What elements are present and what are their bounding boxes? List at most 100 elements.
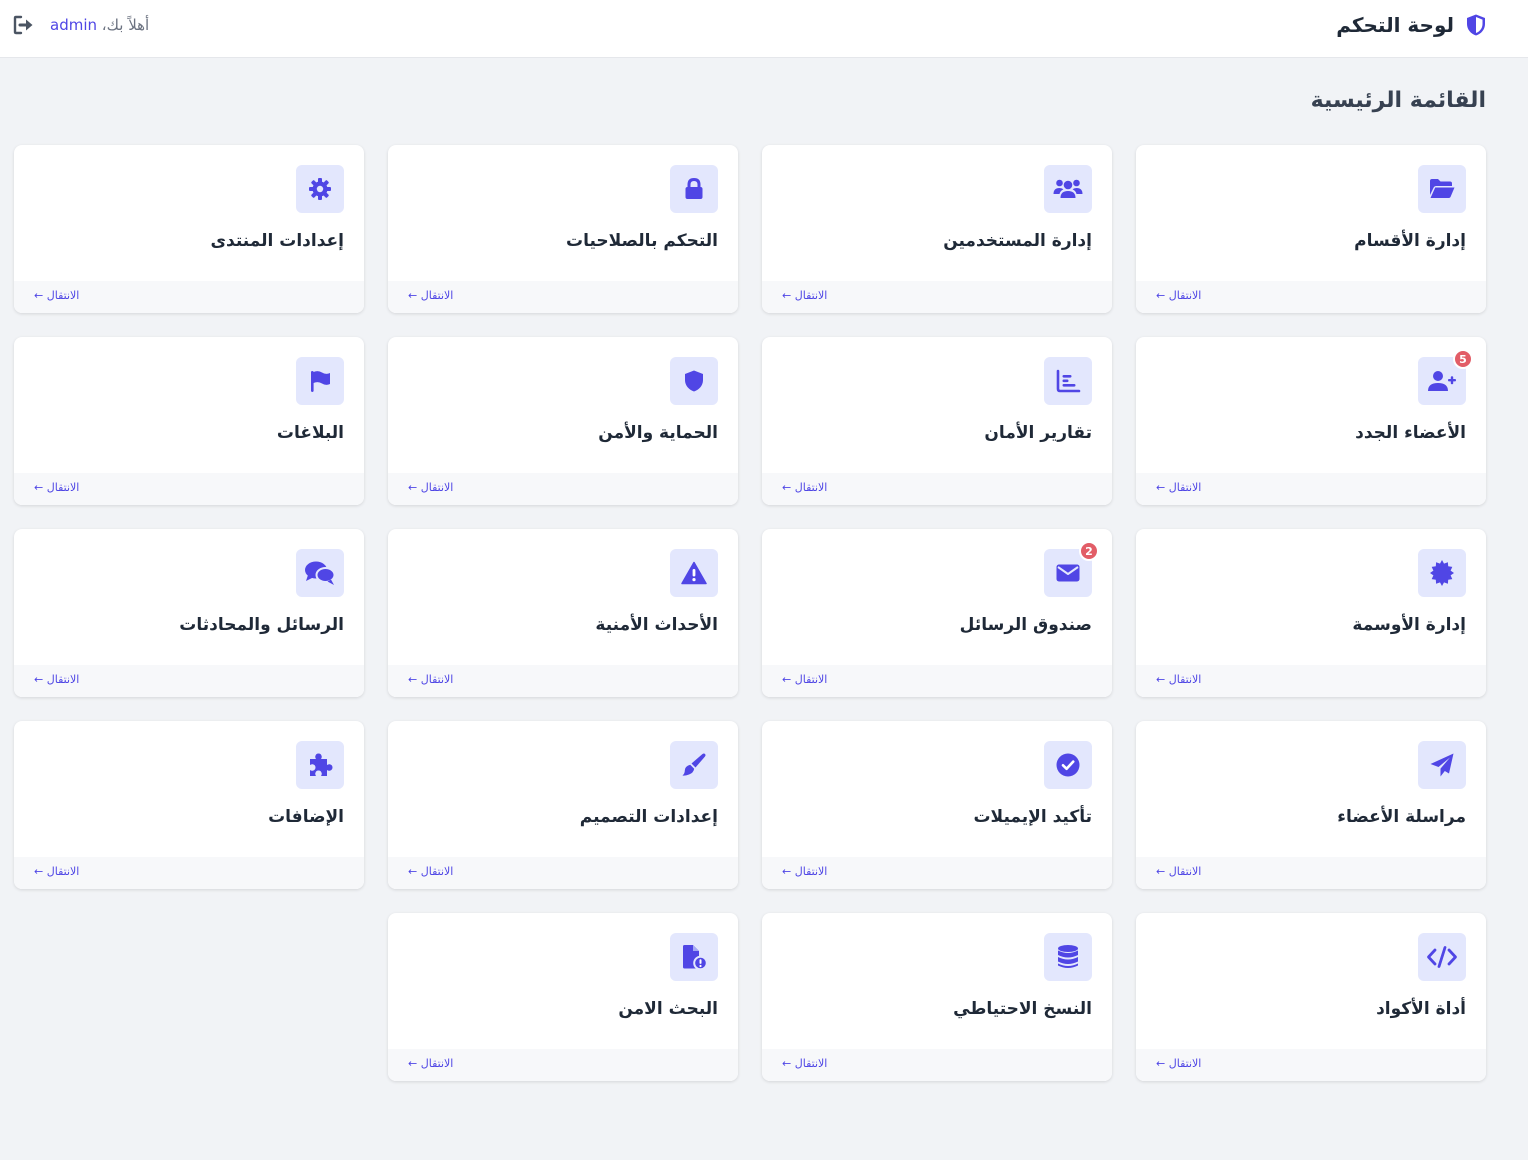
logout-icon[interactable] xyxy=(12,13,36,37)
file-alert-icon xyxy=(670,933,718,981)
envelope-icon: 2 xyxy=(1044,541,1099,597)
menu-card[interactable]: مراسلة الأعضاء ← الانتقال xyxy=(1136,721,1486,889)
puzzle-icon xyxy=(296,741,344,789)
username: admin xyxy=(50,16,97,34)
card-footer: ← الانتقال xyxy=(388,665,738,697)
user-box: أهلاً بك، admin xyxy=(12,12,149,38)
card-footer: ← الانتقال xyxy=(14,665,364,697)
menu-card[interactable]: الرسائل والمحادثات ← الانتقال xyxy=(14,529,364,697)
certificate-icon xyxy=(1418,549,1466,597)
card-footer: ← الانتقال xyxy=(388,473,738,505)
lock-icon xyxy=(670,165,718,213)
card-title: البحث الامن xyxy=(618,999,718,1019)
go-link[interactable]: ← الانتقال xyxy=(408,673,453,686)
card-footer: ← الانتقال xyxy=(762,473,1112,505)
menu-card[interactable]: 5 الأعضاء الجدد ← الانتقال xyxy=(1136,337,1486,505)
menu-card[interactable]: إعدادات التصميم ← الانتقال xyxy=(388,721,738,889)
menu-card[interactable]: أداة الأكواد ← الانتقال xyxy=(1136,913,1486,1081)
go-link[interactable]: ← الانتقال xyxy=(408,1057,453,1070)
folder-open-icon xyxy=(1418,165,1466,213)
menu-card[interactable]: إدارة الأوسمة ← الانتقال xyxy=(1136,529,1486,697)
go-link[interactable]: ← الانتقال xyxy=(34,865,79,878)
menu-card[interactable]: إدارة المستخدمين ← الانتقال xyxy=(762,145,1112,313)
menu-card[interactable]: التحكم بالصلاحيات ← الانتقال xyxy=(388,145,738,313)
card-title: تأكيد الإيميلات xyxy=(973,807,1092,827)
card-title: الحماية والأمن xyxy=(598,423,718,443)
go-link[interactable]: ← الانتقال xyxy=(408,481,453,494)
user-plus-icon: 5 xyxy=(1418,349,1473,405)
menu-card[interactable]: تأكيد الإيميلات ← الانتقال xyxy=(762,721,1112,889)
card-footer: ← الانتقال xyxy=(14,857,364,889)
card-footer: ← الانتقال xyxy=(762,1049,1112,1081)
card-footer: ← الانتقال xyxy=(1136,473,1486,505)
greeting: أهلاً بك، admin xyxy=(50,16,149,34)
warning-icon xyxy=(670,549,718,597)
card-title: مراسلة الأعضاء xyxy=(1337,807,1466,827)
card-title: إدارة الأوسمة xyxy=(1352,615,1466,635)
notification-badge: 2 xyxy=(1079,541,1099,561)
card-footer: ← الانتقال xyxy=(1136,665,1486,697)
card-title: الرسائل والمحادثات xyxy=(179,615,344,635)
top-bar: لوحة التحكم أهلاً بك، admin xyxy=(0,0,1528,58)
card-title: إعدادات التصميم xyxy=(579,807,718,827)
card-title: إدارة الأقسام xyxy=(1354,231,1466,251)
card-title: الإضافات xyxy=(268,807,344,827)
card-footer: ← الانتقال xyxy=(1136,1049,1486,1081)
go-link[interactable]: ← الانتقال xyxy=(782,481,827,494)
check-circle-icon xyxy=(1044,741,1092,789)
comments-icon xyxy=(296,549,344,597)
menu-card[interactable]: إعدادات المنتدى ← الانتقال xyxy=(14,145,364,313)
card-footer: ← الانتقال xyxy=(388,1049,738,1081)
database-icon xyxy=(1044,933,1092,981)
go-link[interactable]: ← الانتقال xyxy=(408,289,453,302)
menu-card[interactable]: الإضافات ← الانتقال xyxy=(14,721,364,889)
go-link[interactable]: ← الانتقال xyxy=(782,865,827,878)
go-link[interactable]: ← الانتقال xyxy=(782,289,827,302)
page-title: القائمة الرئيسية xyxy=(1310,88,1486,113)
card-title: الأحداث الأمنية xyxy=(595,615,718,635)
card-title: البلاغات xyxy=(276,423,344,443)
go-link[interactable]: ← الانتقال xyxy=(1156,481,1201,494)
shield-icon xyxy=(1464,13,1488,37)
go-link[interactable]: ← الانتقال xyxy=(34,673,79,686)
paper-plane-icon xyxy=(1418,741,1466,789)
card-title: النسخ الاحتياطي xyxy=(953,999,1092,1019)
menu-grid: إدارة الأقسام ← الانتقال إدارة المستخدمين… xyxy=(14,145,1486,1081)
go-link[interactable]: ← الانتقال xyxy=(1156,865,1201,878)
gear-icon xyxy=(296,165,344,213)
menu-card[interactable]: الحماية والأمن ← الانتقال xyxy=(388,337,738,505)
dashboard-title: لوحة التحكم xyxy=(1336,13,1454,37)
card-title: إعدادات المنتدى xyxy=(210,231,344,251)
greeting-prefix: أهلاً بك، xyxy=(97,16,150,34)
shield-icon xyxy=(670,357,718,405)
go-link[interactable]: ← الانتقال xyxy=(782,1057,827,1070)
go-link[interactable]: ← الانتقال xyxy=(34,289,79,302)
card-title: تقارير الأمان xyxy=(984,423,1092,443)
go-link[interactable]: ← الانتقال xyxy=(1156,289,1201,302)
menu-card[interactable]: 2 صندوق الرسائل ← الانتقال xyxy=(762,529,1112,697)
menu-card[interactable]: النسخ الاحتياطي ← الانتقال xyxy=(762,913,1112,1081)
card-footer: ← الانتقال xyxy=(14,473,364,505)
card-footer: ← الانتقال xyxy=(388,281,738,313)
go-link[interactable]: ← الانتقال xyxy=(34,481,79,494)
users-icon xyxy=(1044,165,1092,213)
menu-card[interactable]: البلاغات ← الانتقال xyxy=(14,337,364,505)
card-footer: ← الانتقال xyxy=(762,857,1112,889)
card-title: الأعضاء الجدد xyxy=(1355,423,1466,443)
go-link[interactable]: ← الانتقال xyxy=(1156,1057,1201,1070)
menu-card[interactable]: البحث الامن ← الانتقال xyxy=(388,913,738,1081)
menu-card[interactable]: الأحداث الأمنية ← الانتقال xyxy=(388,529,738,697)
paintbrush-icon xyxy=(670,741,718,789)
brand[interactable]: لوحة التحكم xyxy=(1336,10,1488,40)
card-title: التحكم بالصلاحيات xyxy=(565,231,718,251)
go-link[interactable]: ← الانتقال xyxy=(1156,673,1201,686)
chart-icon xyxy=(1044,357,1092,405)
menu-card[interactable]: إدارة الأقسام ← الانتقال xyxy=(1136,145,1486,313)
go-link[interactable]: ← الانتقال xyxy=(408,865,453,878)
go-link[interactable]: ← الانتقال xyxy=(782,673,827,686)
card-footer: ← الانتقال xyxy=(762,665,1112,697)
card-footer: ← الانتقال xyxy=(1136,857,1486,889)
menu-card[interactable]: تقارير الأمان ← الانتقال xyxy=(762,337,1112,505)
card-footer: ← الانتقال xyxy=(14,281,364,313)
card-footer: ← الانتقال xyxy=(762,281,1112,313)
